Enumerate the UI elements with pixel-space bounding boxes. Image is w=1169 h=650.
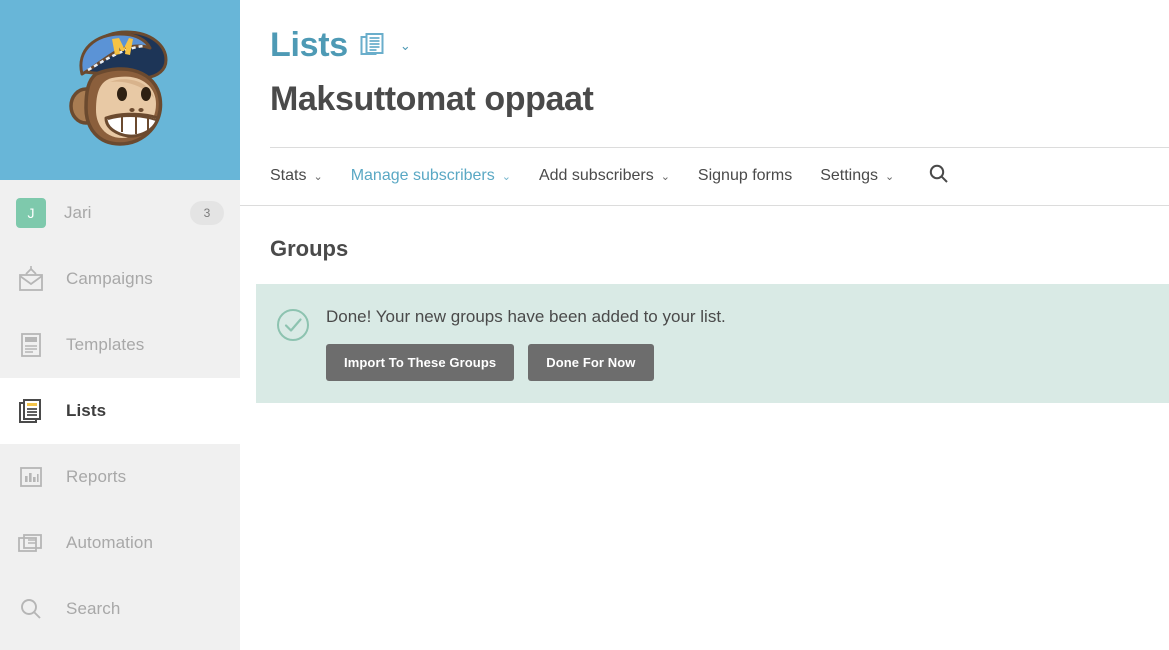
tab-add-subscribers[interactable]: Add subscribers ⌄ <box>539 167 670 185</box>
tab-label: Add subscribers <box>538 167 654 185</box>
import-to-these-groups-button[interactable]: Import To These Groups <box>326 343 515 381</box>
envelope-icon <box>14 262 48 296</box>
sidebar-item-templates[interactable]: Templates <box>0 312 240 378</box>
chevron-down-icon: ⌄ <box>313 170 323 183</box>
tab-signup-forms[interactable]: Signup forms <box>698 167 792 185</box>
search-icon <box>928 163 950 190</box>
lists-document-icon[interactable] <box>360 32 386 60</box>
avatar-initial: J <box>27 205 35 221</box>
alert-body: Done! Your new groups have been added to… <box>326 306 1145 381</box>
tab-settings[interactable]: Settings ⌄ <box>820 167 894 185</box>
sidebar-item-label: Search <box>66 599 121 618</box>
done-for-now-button[interactable]: Done For Now <box>528 343 654 381</box>
chevron-down-icon: ⌄ <box>885 170 895 183</box>
section-title: Groups <box>270 235 349 261</box>
tab-bar: Stats ⌄ Manage subscribers ⌄ Add subscri… <box>240 148 1169 206</box>
sidebar-item-campaigns[interactable]: Campaigns <box>0 246 240 312</box>
sidebar-nav: J Jari 3 Campaigns Templates Lists Repor… <box>0 180 240 642</box>
chevron-down-icon[interactable]: ⌄ <box>400 38 411 54</box>
sidebar-item-search[interactable]: Search <box>0 576 240 642</box>
tab-label: Stats <box>270 167 307 185</box>
success-alert: Done! Your new groups have been added to… <box>256 283 1169 403</box>
chevron-down-icon: ⌄ <box>501 170 511 183</box>
search-icon <box>14 592 48 626</box>
alert-message: Done! Your new groups have been added to… <box>326 306 726 326</box>
sidebar: J Jari 3 Campaigns Templates Lists Repor… <box>0 0 240 650</box>
sidebar-item-automation[interactable]: Automation <box>0 510 240 576</box>
account-name: Jari <box>64 203 92 222</box>
tab-search-button[interactable] <box>928 163 950 190</box>
bar-chart-icon <box>14 460 48 494</box>
breadcrumb: Lists ⌄ <box>270 27 1139 64</box>
alert-actions: Import To These Groups Done For Now <box>326 343 1145 381</box>
page-title: Maksuttomat oppaat <box>270 79 594 118</box>
sidebar-item-lists[interactable]: Lists <box>0 378 240 444</box>
sidebar-item-label: Reports <box>66 467 127 486</box>
sidebar-item-label: Automation <box>66 533 153 552</box>
tab-label: Settings <box>820 167 878 185</box>
sidebar-item-label: Templates <box>66 335 145 354</box>
page-kicker[interactable]: Lists <box>270 27 348 64</box>
sidebar-item-reports[interactable]: Reports <box>0 444 240 510</box>
app-root: J Jari 3 Campaigns Templates Lists Repor… <box>0 0 1169 650</box>
main-content: Lists ⌄ Maksuttomat oppaat Stats ⌄ Manag… <box>240 0 1169 650</box>
tab-manage-subscribers[interactable]: Manage subscribers ⌄ <box>351 167 511 185</box>
mailchimp-freddie-logo[interactable] <box>0 0 240 180</box>
account-badge: 3 <box>190 201 224 225</box>
automation-icon <box>14 526 48 560</box>
tab-label: Manage subscribers <box>350 167 495 185</box>
tab-stats[interactable]: Stats ⌄ <box>270 167 323 185</box>
sidebar-item-label: Lists <box>66 401 107 420</box>
lists-icon <box>14 394 48 428</box>
sidebar-item-account[interactable]: J Jari 3 <box>0 180 240 246</box>
template-icon <box>14 328 48 362</box>
tab-label: Signup forms <box>697 167 793 185</box>
content-area: Groups Done! Your new groups have been a… <box>240 206 1169 403</box>
chevron-down-icon: ⌄ <box>660 170 670 183</box>
sidebar-item-label: Campaigns <box>66 269 153 288</box>
avatar: J <box>16 198 46 228</box>
check-circle-icon <box>276 308 310 347</box>
page-header: Lists ⌄ Maksuttomat oppaat <box>240 0 1169 119</box>
